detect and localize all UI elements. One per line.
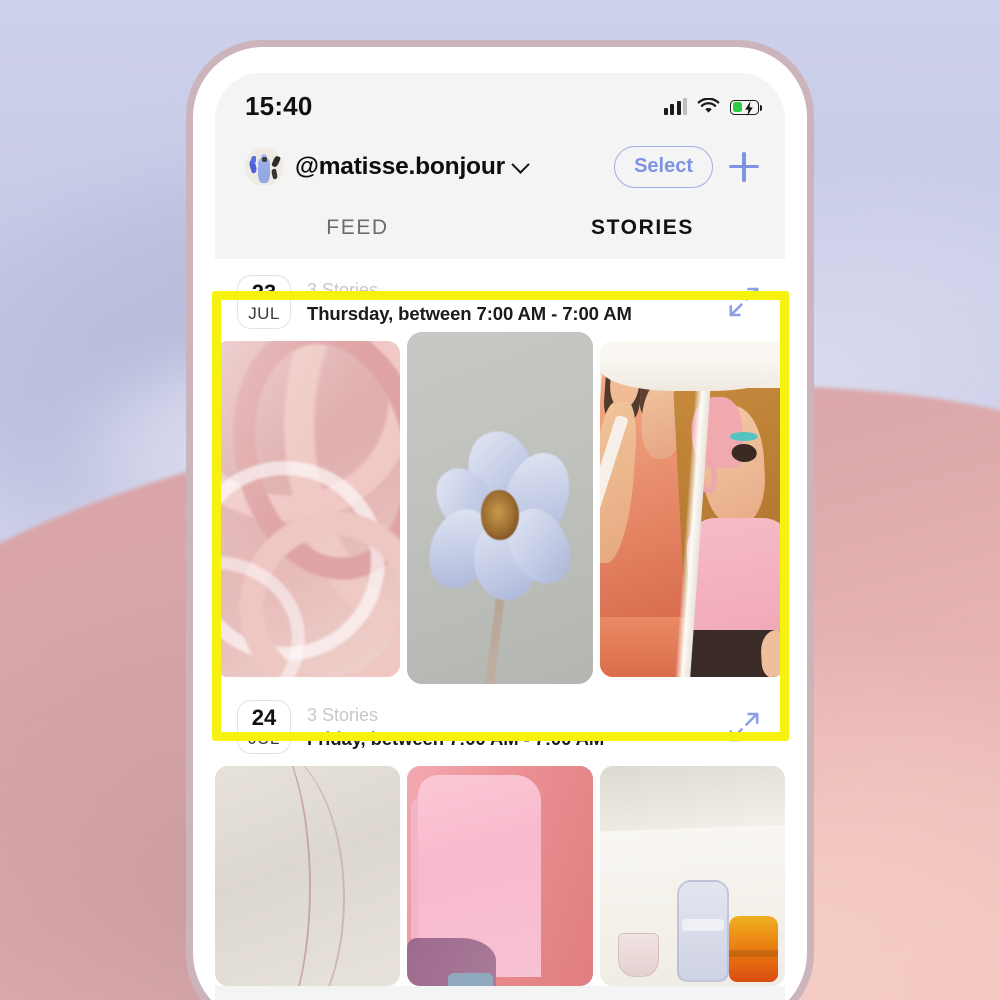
account-header: @matisse.bonjour Select [215, 131, 785, 197]
story-thumbnail-row [215, 332, 785, 684]
cellular-signal-icon [663, 97, 687, 115]
date-badge: 24 JUL [237, 700, 291, 754]
story-timerange: Thursday, between 7:00 AM - 7:00 AM [307, 302, 632, 324]
battery-charging-icon [730, 99, 763, 116]
tab-bar: FEED STORIES [215, 197, 785, 259]
tab-stories[interactable]: STORIES [500, 197, 785, 259]
story-group-24-jul: 24 JUL 3 Stories Friday, between 7:00 AM… [215, 684, 785, 986]
account-handle[interactable]: @matisse.bonjour [295, 153, 505, 181]
date-badge-day: 24 [251, 704, 277, 730]
status-bar: 15:40 [215, 73, 785, 131]
collapse-arrows-icon[interactable] [727, 710, 761, 744]
date-badge-day: 23 [251, 279, 277, 305]
story-count: 3 Stories [307, 279, 379, 300]
wifi-icon [697, 97, 720, 113]
status-time: 15:40 [245, 90, 313, 121]
phone-inner-frame: 15:40 @matisse.bonjour Select FEED STORI… [193, 47, 807, 1000]
story-thumbnail-cream-surface[interactable] [215, 766, 401, 986]
avatar[interactable] [245, 148, 283, 186]
date-badge-month: JUL [248, 728, 280, 748]
phone-screen: 15:40 @matisse.bonjour Select FEED STORI… [215, 73, 785, 1000]
story-thumbnail-art-book[interactable] [599, 341, 785, 677]
story-thumbnail-blue-flower[interactable] [407, 332, 593, 684]
status-icons [663, 97, 763, 116]
plus-icon[interactable] [729, 152, 759, 182]
story-thumbnail-row [215, 766, 785, 986]
story-group-header[interactable]: 23 JUL 3 Stories Thursday, between 7:00 … [215, 259, 785, 341]
story-thumbnail-pink-glossy-tubes[interactable] [215, 341, 401, 677]
story-thumbnail-glass-vessels[interactable] [599, 766, 785, 986]
tab-feed[interactable]: FEED [215, 197, 500, 259]
charging-bolt-icon [745, 100, 753, 116]
story-group-text: 3 Stories Thursday, between 7:00 AM - 7:… [307, 279, 632, 326]
phone-mockup: 15:40 @matisse.bonjour Select FEED STORI… [186, 40, 814, 1000]
collapse-arrows-icon[interactable] [727, 285, 761, 319]
story-group-header[interactable]: 24 JUL 3 Stories Friday, between 7:00 AM… [215, 684, 785, 766]
story-group-text: 3 Stories Friday, between 7:00 AM - 7:00… [307, 704, 604, 751]
date-badge-month: JUL [248, 303, 280, 323]
chevron-down-icon[interactable] [511, 154, 530, 174]
story-group-23-jul: 23 JUL 3 Stories Thursday, between 7:00 … [215, 259, 785, 684]
story-timerange: Friday, between 7:00 AM - 7:00 AM [307, 727, 605, 749]
select-button[interactable]: Select [614, 146, 713, 188]
story-count: 3 Stories [307, 704, 379, 725]
date-badge: 23 JUL [237, 275, 291, 329]
story-thumbnail-pink-blocks[interactable] [407, 766, 593, 986]
stories-list: 23 JUL 3 Stories Thursday, between 7:00 … [215, 259, 785, 986]
